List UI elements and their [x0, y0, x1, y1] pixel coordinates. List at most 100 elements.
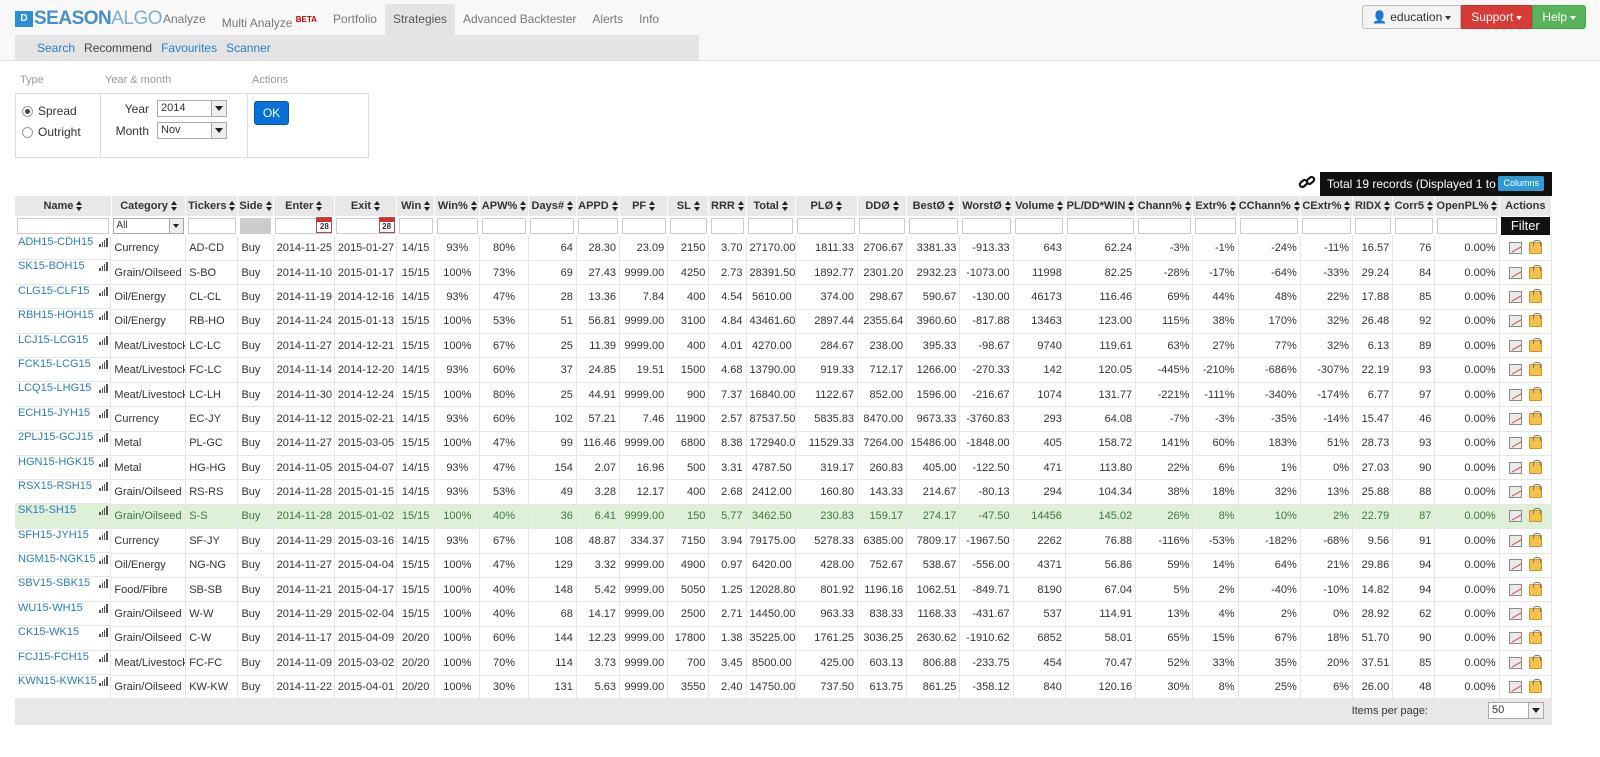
col-header-exit[interactable]: Exit: [334, 196, 398, 216]
col-header-cchann-[interactable]: CChann%: [1238, 196, 1301, 216]
col-header-apw-[interactable]: APW%: [479, 196, 529, 216]
lock-icon[interactable]: [1528, 337, 1542, 352]
table-row[interactable]: WU15-WH15 Grain/Oilseed W-W Buy 2014-11-29 20…: [15, 601, 1553, 627]
lock-icon[interactable]: [1528, 459, 1542, 474]
table-row[interactable]: 2PLJ15-GCJ15 Metal PL-GC Buy 2014-11-27 2015-…: [15, 431, 1553, 457]
bar-chart-icon[interactable]: [99, 555, 108, 565]
table-row[interactable]: HGN15-HGK15 Metal HG-HG Buy 2014-11-05 2015-0…: [15, 455, 1553, 481]
subnav-search[interactable]: Search: [37, 41, 75, 55]
col-header-extr-[interactable]: Extr%: [1192, 196, 1239, 216]
col-header-pl-dd-win[interactable]: PL/DD*WIN: [1065, 196, 1137, 216]
chart-icon[interactable]: [1508, 266, 1522, 279]
filter-input-worst-[interactable]: [961, 218, 1012, 234]
col-header-cextr-[interactable]: CExtr%: [1300, 196, 1354, 216]
chart-icon[interactable]: [1508, 339, 1522, 352]
col-header-sl[interactable]: SL: [667, 196, 710, 216]
table-row[interactable]: SFH15-JYH15 Currency SF-JY Buy 2014-11-29 201…: [15, 528, 1553, 554]
strategy-link[interactable]: RBH15-HOH15: [18, 309, 94, 332]
chart-icon[interactable]: [1508, 461, 1522, 474]
strategy-link[interactable]: WU15-WH15: [18, 602, 83, 625]
strategy-link[interactable]: LCJ15-LCG15: [18, 334, 88, 357]
filter-button[interactable]: Filter: [1501, 217, 1550, 235]
strategy-link[interactable]: SK15-SH15: [18, 504, 76, 527]
bar-chart-icon[interactable]: [99, 335, 108, 345]
table-row[interactable]: ECH15-JYH15 Currency EC-JY Buy 2014-11-12 201…: [15, 406, 1553, 432]
table-row[interactable]: SBV15-SBK15 Food/Fibre SB-SB Buy 2014-11-21 2…: [15, 577, 1553, 603]
table-row[interactable]: SK15-SH15 Grain/Oilseed S-S Buy 2014-11-28 20…: [15, 504, 1553, 530]
radio-outright-control[interactable]: [22, 126, 33, 138]
radio-spread-control[interactable]: [22, 105, 33, 117]
lock-icon[interactable]: [1528, 313, 1542, 328]
bar-chart-icon[interactable]: [99, 457, 108, 467]
strategy-link[interactable]: 2PLJ15-GCJ15: [18, 431, 93, 454]
user-menu-button[interactable]: 👤 education: [1361, 5, 1462, 29]
col-header-best-[interactable]: BestØ: [906, 196, 961, 216]
strategy-link[interactable]: ECH15-JYH15: [18, 407, 90, 430]
col-header-worst-[interactable]: WorstØ: [959, 196, 1014, 216]
filter-input-openpl-[interactable]: [1436, 218, 1498, 234]
bar-chart-icon[interactable]: [99, 384, 108, 394]
subnav-favourites[interactable]: Favourites: [161, 41, 217, 55]
link-icon[interactable]: [1298, 174, 1316, 190]
strategy-link[interactable]: ADH15-CDH15: [18, 236, 93, 259]
filter-input-win-[interactable]: [436, 218, 478, 234]
chart-icon[interactable]: [1508, 315, 1522, 328]
table-row[interactable]: RBH15-HOH15 Oil/Energy RB-HO Buy 2014-11-24 2…: [15, 309, 1553, 335]
filter-input-volume[interactable]: [1015, 218, 1064, 234]
filter-input-rrr[interactable]: [710, 218, 745, 234]
bar-chart-icon[interactable]: [99, 603, 108, 613]
chart-icon[interactable]: [1508, 583, 1522, 596]
chart-icon[interactable]: [1508, 241, 1522, 254]
filter-input-best-[interactable]: [908, 218, 958, 234]
nav-portfolio[interactable]: Portfolio: [325, 4, 385, 35]
col-header-tickers[interactable]: Tickers: [185, 196, 239, 216]
col-header-appd[interactable]: APPD: [576, 196, 621, 216]
col-header-days-[interactable]: Days#: [528, 196, 577, 216]
lock-icon[interactable]: [1528, 581, 1542, 596]
bar-chart-icon[interactable]: [99, 311, 108, 321]
bar-chart-icon[interactable]: [99, 506, 108, 516]
nav-strategies[interactable]: Strategies: [384, 4, 455, 35]
col-header-rrr[interactable]: RRR: [708, 196, 747, 216]
chart-icon[interactable]: [1508, 632, 1522, 645]
lock-icon[interactable]: [1528, 630, 1542, 645]
filter-input-sl[interactable]: [669, 218, 707, 234]
lock-icon[interactable]: [1528, 532, 1542, 547]
filter-input-cextr-[interactable]: [1302, 218, 1351, 234]
category-filter-select[interactable]: All: [113, 218, 184, 234]
strategy-link[interactable]: RSX15-RSH15: [18, 480, 92, 503]
year-select[interactable]: 2014: [157, 100, 227, 117]
filter-input-days-[interactable]: [530, 218, 575, 234]
lock-icon[interactable]: [1528, 362, 1542, 377]
col-header-corr5[interactable]: Corr5: [1392, 196, 1436, 216]
lock-icon[interactable]: [1528, 435, 1542, 450]
nav-multi-analyze[interactable]: Multi Analyze BETA: [214, 4, 325, 35]
nav-advanced-backtester[interactable]: Advanced Backtester: [455, 4, 584, 35]
table-row[interactable]: CK15-WK15 Grain/Oilseed C-W Buy 2014-11-17 20…: [15, 626, 1553, 652]
filter-input-cchann-[interactable]: [1240, 218, 1299, 234]
strategy-link[interactable]: NGM15-NGK15: [18, 553, 96, 576]
chart-icon[interactable]: [1508, 388, 1522, 401]
bar-chart-icon[interactable]: [99, 677, 108, 687]
col-header-dd-[interactable]: DDØ: [857, 196, 908, 216]
strategy-link[interactable]: CK15-WK15: [18, 626, 79, 649]
bar-chart-icon[interactable]: [99, 433, 108, 443]
bar-chart-icon[interactable]: [99, 530, 108, 540]
chart-icon[interactable]: [1508, 364, 1522, 377]
table-row[interactable]: RSX15-RSH15 Grain/Oilseed RS-RS Buy 2014-11-…: [15, 479, 1553, 505]
lock-icon[interactable]: [1528, 410, 1542, 425]
help-button[interactable]: Help: [1532, 5, 1586, 29]
filter-input-pl-dd-win[interactable]: [1067, 218, 1134, 234]
col-header-openpl-[interactable]: OpenPL%: [1434, 196, 1500, 216]
lock-icon[interactable]: [1528, 557, 1542, 572]
table-row[interactable]: SK15-BOH15 Grain/Oilseed S-BO Buy 2014-11-10…: [15, 260, 1553, 286]
subnav-scanner[interactable]: Scanner: [226, 41, 271, 55]
strategy-link[interactable]: LCQ15-LHG15: [18, 382, 91, 405]
col-header-total[interactable]: Total: [746, 196, 796, 216]
filter-input-apw-[interactable]: [481, 218, 527, 234]
bar-chart-icon[interactable]: [99, 481, 108, 491]
bar-chart-icon[interactable]: [99, 286, 108, 296]
strategy-link[interactable]: FCJ15-FCH15: [18, 651, 89, 674]
filter-input-extr-[interactable]: [1194, 218, 1237, 234]
bar-chart-icon[interactable]: [99, 652, 108, 662]
